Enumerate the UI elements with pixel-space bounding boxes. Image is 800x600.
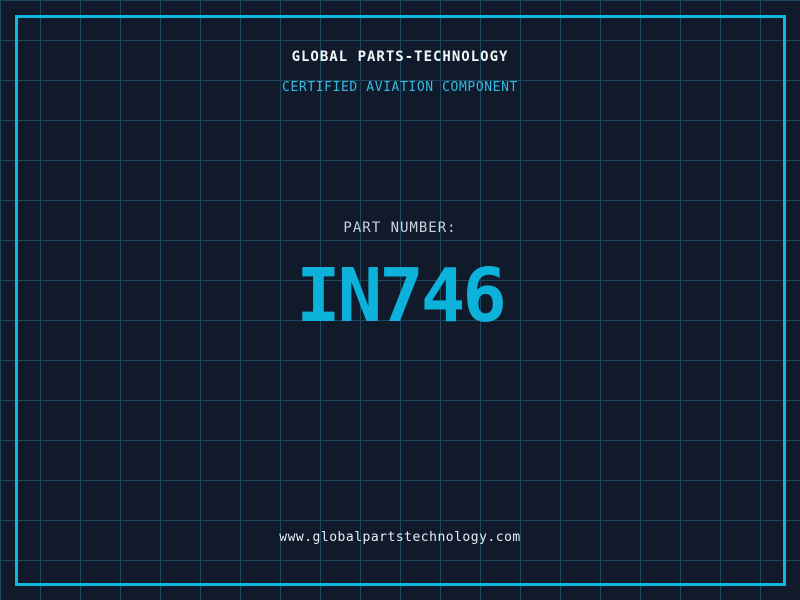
certification-subtitle: CERTIFIED AVIATION COMPONENT [282,80,518,95]
part-number-label: PART NUMBER: [343,220,457,236]
blueprint-canvas: GLOBAL PARTS-TECHNOLOGY CERTIFIED AVIATI… [0,0,800,600]
company-name: GLOBAL PARTS-TECHNOLOGY [291,49,509,65]
part-number-value: IN746 [296,253,507,339]
website-url: www.globalpartstechnology.com [279,530,521,545]
